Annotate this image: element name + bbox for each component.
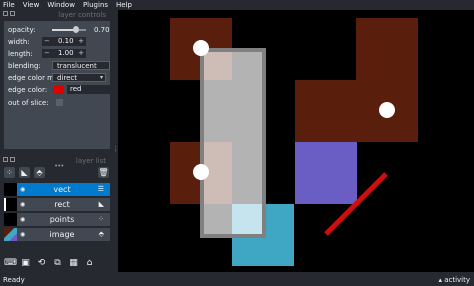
opacity-label: opacity: [8, 26, 36, 34]
points-icon: ⁘ [98, 215, 104, 223]
canvas-svg [170, 18, 418, 266]
blending-label: blending: [8, 62, 41, 70]
activity-button[interactable]: ▴ activity [438, 276, 470, 284]
left-dock: layer controls opacity: 0.70 width: − 0.… [0, 10, 119, 274]
eye-icon[interactable]: ◉ [20, 231, 25, 238]
new-labels-layer-button[interactable]: ⬘ [34, 167, 45, 178]
eye-icon[interactable]: ◉ [20, 201, 25, 208]
blending-row: blending: translucent [4, 60, 110, 71]
edge-color-field[interactable]: red [67, 85, 110, 94]
layer-thumbnail [4, 183, 17, 196]
layer-list-titlebar: layer list [0, 156, 112, 166]
close-icon[interactable] [3, 11, 8, 16]
chevron-down-icon: ▾ [99, 74, 103, 81]
width-spinbox[interactable]: − 0.10 + [42, 37, 86, 46]
ndisplay-icon[interactable]: ▣ [20, 258, 31, 269]
layer-controls-titlebar: layer controls [0, 10, 112, 20]
layer-thumbnail [4, 213, 17, 226]
transpose-icon[interactable]: ⧉ [52, 258, 63, 269]
edge-color-label: edge color: [8, 86, 48, 94]
layer-item-vect[interactable]: ◉ vect ☰ [4, 183, 110, 196]
menu-window[interactable]: Window [47, 1, 75, 9]
new-points-layer-button[interactable]: ⁘ [4, 167, 15, 178]
image-tile [295, 80, 418, 142]
width-row: width: − 0.10 + [4, 36, 110, 47]
length-label: length: [8, 50, 33, 58]
roll-axes-icon[interactable]: ⟲ [36, 258, 47, 269]
edge-colormap-dropdown[interactable]: direct ▾ [52, 73, 106, 82]
rectangle-shape[interactable] [200, 48, 266, 238]
float-icon[interactable] [10, 157, 15, 162]
image-tile [295, 142, 357, 204]
layer-name[interactable]: rect [42, 200, 82, 209]
blending-dropdown[interactable]: translucent [52, 61, 110, 70]
edge-color-swatch[interactable] [54, 85, 64, 94]
out-of-slice-label: out of slice: [8, 99, 49, 107]
menu-help[interactable]: Help [116, 1, 132, 9]
status-bar: Ready ▴ activity [0, 274, 474, 286]
length-spinbox[interactable]: − 1.00 + [42, 49, 86, 58]
console-icon[interactable]: ⌨ [4, 258, 17, 269]
new-shapes-layer-button[interactable]: ◣ [19, 167, 30, 178]
activity-label: activity [444, 276, 470, 284]
layer-item-rect[interactable]: ◉ rect ◣ [4, 198, 110, 211]
eye-icon[interactable]: ◉ [20, 216, 25, 223]
menu-file[interactable]: File [3, 1, 15, 9]
edge-colormap-value: direct [57, 74, 78, 82]
viewer-buttons: ⌨ ▣ ⟲ ⧉ ▦ ⌂ [4, 258, 110, 272]
viewer-canvas[interactable] [118, 10, 474, 272]
menu-view[interactable]: View [23, 1, 40, 9]
opacity-value: 0.70 [94, 26, 110, 34]
layer-item-points[interactable]: ◉ points ⁘ [4, 213, 110, 226]
width-increment-button[interactable]: + [78, 37, 84, 45]
edge-color-value: red [70, 85, 82, 93]
eye-icon[interactable]: ◉ [20, 186, 25, 193]
length-increment-button[interactable]: + [78, 49, 84, 57]
width-label: width: [8, 38, 30, 46]
opacity-slider-handle[interactable] [73, 26, 79, 33]
menu-bar: File View Window Plugins Help [0, 0, 474, 10]
opacity-slider[interactable] [52, 26, 86, 33]
width-decrement-button[interactable]: − [44, 37, 50, 45]
grid-icon[interactable]: ▦ [68, 258, 79, 269]
layer-thumbnail [4, 198, 17, 211]
opacity-row: opacity: 0.70 [4, 24, 110, 35]
layer-thumbnail [4, 228, 17, 241]
layer-controls-title: layer controls [58, 11, 106, 19]
point-marker[interactable] [193, 164, 209, 180]
point-marker[interactable] [379, 102, 395, 118]
image-tile [356, 18, 418, 80]
layer-list-title: layer list [75, 157, 106, 165]
layer-name[interactable]: vect [42, 185, 82, 194]
layer-name[interactable]: image [42, 230, 82, 239]
home-icon[interactable]: ⌂ [84, 258, 95, 269]
length-row: length: − 1.00 + [4, 48, 110, 59]
blending-value: translucent [57, 62, 97, 70]
width-value[interactable]: 0.10 [58, 37, 74, 45]
length-value[interactable]: 1.00 [58, 49, 74, 57]
edge-colormap-label: edge color m [8, 74, 55, 82]
layer-name[interactable]: points [42, 215, 82, 224]
edge-color-row: edge color: red [4, 84, 110, 95]
layer-controls-panel: opacity: 0.70 width: − 0.10 + length: − … [4, 21, 110, 149]
close-icon[interactable] [3, 157, 8, 162]
vectors-icon: ☰ [97, 185, 104, 193]
float-icon[interactable] [10, 11, 15, 16]
length-decrement-button[interactable]: − [44, 49, 50, 57]
menu-plugins[interactable]: Plugins [83, 1, 108, 9]
edge-colormap-row: edge color m direct ▾ [4, 72, 110, 83]
out-of-slice-row: out of slice: [4, 97, 110, 108]
point-marker[interactable] [193, 40, 209, 56]
layer-item-image[interactable]: ◉ image ⬘ [4, 228, 110, 241]
image-icon: ⬘ [98, 230, 104, 238]
shapes-icon: ◣ [98, 200, 104, 208]
layer-buttons: ⁘ ◣ ⬘ 🗑 [4, 167, 110, 179]
delete-layer-button[interactable]: 🗑 [98, 167, 109, 178]
out-of-slice-checkbox[interactable] [56, 99, 63, 106]
status-text: Ready [3, 276, 25, 284]
